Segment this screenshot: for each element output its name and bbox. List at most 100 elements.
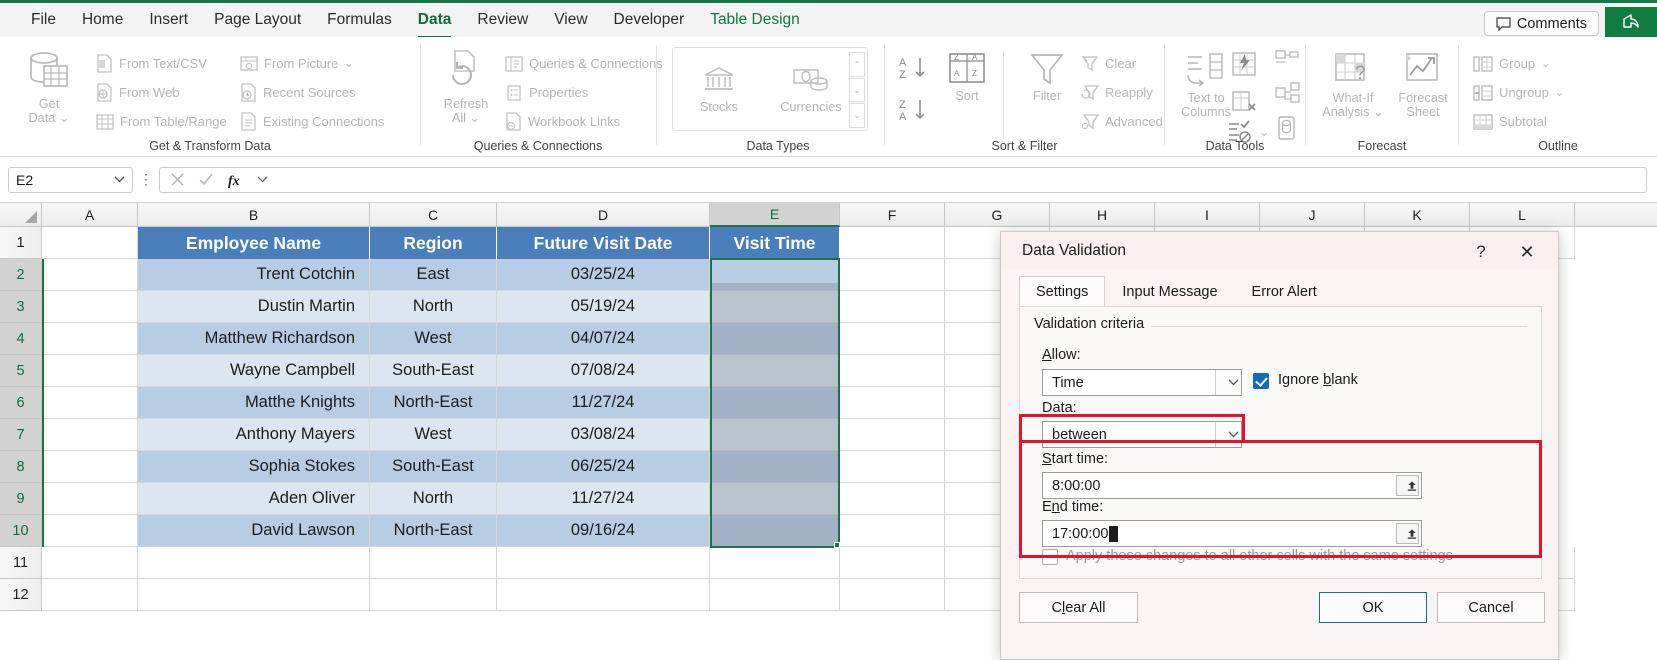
advanced-filter-button[interactable]: Advanced bbox=[1081, 107, 1163, 136]
currencies-button[interactable]: Currencies bbox=[765, 65, 857, 114]
tab-error-alert[interactable]: Error Alert bbox=[1235, 276, 1334, 306]
data-types-gallery[interactable]: Stocks Currencies ⌃ ⌄ ⌄ bbox=[672, 47, 868, 131]
confirm-entry-icon[interactable] bbox=[198, 172, 214, 187]
cell-e4[interactable] bbox=[710, 323, 840, 355]
row-header-7[interactable]: 7 bbox=[0, 419, 42, 451]
cell-b2[interactable]: Trent Cotchin bbox=[138, 259, 370, 291]
cell-f12[interactable] bbox=[840, 579, 945, 611]
refresh-all-button[interactable]: Refresh All ⌄ bbox=[435, 49, 497, 125]
row-header-6[interactable]: 6 bbox=[0, 387, 42, 419]
group-button[interactable]: Group ⌄ bbox=[1473, 49, 1564, 78]
collapse-range-icon[interactable] bbox=[1396, 475, 1419, 496]
ok-button[interactable]: OK bbox=[1319, 592, 1427, 623]
cell-b9[interactable]: Aden Oliver bbox=[138, 483, 370, 515]
cell-e8[interactable] bbox=[710, 451, 840, 483]
tab-table-design[interactable]: Table Design bbox=[697, 7, 813, 33]
cell-d3[interactable]: 05/19/24 bbox=[497, 291, 710, 323]
sort-az-button[interactable]: AZ bbox=[899, 55, 929, 86]
ungroup-button[interactable]: Ungroup ⌄ bbox=[1473, 78, 1564, 107]
cell-c10[interactable]: North-East bbox=[370, 515, 497, 547]
cell-c11[interactable] bbox=[370, 547, 497, 579]
cell-a7[interactable] bbox=[42, 419, 138, 451]
ignore-blank-checkbox[interactable] bbox=[1253, 373, 1269, 389]
cell-f6[interactable] bbox=[840, 387, 945, 419]
consolidate-button[interactable] bbox=[1275, 49, 1301, 78]
cell-c2[interactable]: East bbox=[370, 259, 497, 291]
cell-e1[interactable]: Visit Time bbox=[710, 227, 840, 259]
cell-d11[interactable] bbox=[497, 547, 710, 579]
column-header-k[interactable]: K bbox=[1365, 203, 1470, 227]
tab-page-layout[interactable]: Page Layout bbox=[201, 7, 314, 33]
column-header-a[interactable]: A bbox=[42, 203, 138, 227]
cell-b1[interactable]: Employee Name bbox=[138, 227, 370, 259]
cell-b4[interactable]: Matthew Richardson bbox=[138, 323, 370, 355]
data-types-scroll[interactable]: ⌃ ⌄ ⌄ bbox=[849, 52, 865, 129]
formula-input[interactable] bbox=[278, 166, 1647, 193]
column-header-i[interactable]: I bbox=[1155, 203, 1260, 227]
cell-b6[interactable]: Matthe Knights bbox=[138, 387, 370, 419]
cell-a6[interactable] bbox=[42, 387, 138, 419]
from-table-range-button[interactable]: From Table/Range bbox=[96, 107, 227, 136]
cell-c12[interactable] bbox=[370, 579, 497, 611]
chevron-down-icon[interactable] bbox=[1215, 422, 1241, 447]
cell-e9[interactable] bbox=[710, 483, 840, 515]
cell-f4[interactable] bbox=[840, 323, 945, 355]
subtotal-button[interactable]: Subtotal bbox=[1473, 107, 1564, 136]
cell-f7[interactable] bbox=[840, 419, 945, 451]
cell-a10[interactable] bbox=[42, 515, 138, 547]
cancel-button[interactable]: Cancel bbox=[1437, 592, 1545, 623]
cell-d7[interactable]: 03/08/24 bbox=[497, 419, 710, 451]
cell-a5[interactable] bbox=[42, 355, 138, 387]
sort-za-button[interactable]: ZA bbox=[899, 97, 929, 128]
cell-b11[interactable] bbox=[138, 547, 370, 579]
cell-e12[interactable] bbox=[710, 579, 840, 611]
cell-b8[interactable]: Sophia Stokes bbox=[138, 451, 370, 483]
what-if-analysis-button[interactable]: ? What-If Analysis ⌄ bbox=[1320, 51, 1386, 119]
column-header-e[interactable]: E bbox=[710, 203, 840, 227]
cell-e10[interactable] bbox=[710, 515, 840, 547]
cell-e2[interactable] bbox=[710, 259, 840, 291]
sort-button[interactable]: ZAAZ Sort bbox=[937, 51, 997, 103]
cell-a11[interactable] bbox=[42, 547, 138, 579]
cell-c5[interactable]: South-East bbox=[370, 355, 497, 387]
cell-c8[interactable]: South-East bbox=[370, 451, 497, 483]
cell-e3[interactable] bbox=[710, 291, 840, 323]
cell-d2[interactable]: 03/25/24 bbox=[497, 259, 710, 291]
cell-d6[interactable]: 11/27/24 bbox=[497, 387, 710, 419]
column-header-j[interactable]: J bbox=[1260, 203, 1365, 227]
cell-c3[interactable]: North bbox=[370, 291, 497, 323]
reapply-filter-button[interactable]: Reapply bbox=[1081, 78, 1163, 107]
tab-input-message[interactable]: Input Message bbox=[1105, 276, 1234, 306]
cell-a9[interactable] bbox=[42, 483, 138, 515]
data-combobox[interactable]: between bbox=[1042, 421, 1242, 448]
cell-f8[interactable] bbox=[840, 451, 945, 483]
formula-bar-overflow-icon[interactable]: ⋮ bbox=[133, 171, 159, 188]
recent-sources-button[interactable]: Recent Sources bbox=[240, 78, 384, 107]
cell-e11[interactable] bbox=[710, 547, 840, 579]
chevron-down-icon[interactable]: ⌄ bbox=[1259, 125, 1269, 139]
cell-d4[interactable]: 04/07/24 bbox=[497, 323, 710, 355]
chevron-down-icon[interactable] bbox=[1215, 370, 1241, 395]
cell-d8[interactable]: 06/25/24 bbox=[497, 451, 710, 483]
tab-insert[interactable]: Insert bbox=[136, 7, 201, 33]
row-header-9[interactable]: 9 bbox=[0, 483, 42, 515]
cell-c1[interactable]: Region bbox=[370, 227, 497, 259]
tab-data[interactable]: Data bbox=[405, 7, 465, 38]
cell-a2[interactable] bbox=[42, 259, 138, 291]
row-header-12[interactable]: 12 bbox=[0, 579, 42, 611]
collapse-range-icon[interactable] bbox=[1396, 523, 1419, 544]
comments-button[interactable]: Comments bbox=[1483, 11, 1599, 36]
cell-a8[interactable] bbox=[42, 451, 138, 483]
cell-c7[interactable]: West bbox=[370, 419, 497, 451]
close-icon[interactable]: ✕ bbox=[1512, 240, 1542, 264]
column-header-g[interactable]: G bbox=[945, 203, 1050, 227]
existing-connections-button[interactable]: Existing Connections bbox=[240, 107, 384, 136]
cell-e6[interactable] bbox=[710, 387, 840, 419]
cell-c9[interactable]: North bbox=[370, 483, 497, 515]
cell-e7[interactable] bbox=[710, 419, 840, 451]
gallery-more-icon[interactable]: ⌄ bbox=[849, 103, 865, 129]
cell-d5[interactable]: 07/08/24 bbox=[497, 355, 710, 387]
chevron-down-icon[interactable] bbox=[114, 176, 125, 183]
workbook-links-button[interactable]: Workbook Links bbox=[505, 107, 663, 136]
tab-review[interactable]: Review bbox=[464, 7, 541, 33]
